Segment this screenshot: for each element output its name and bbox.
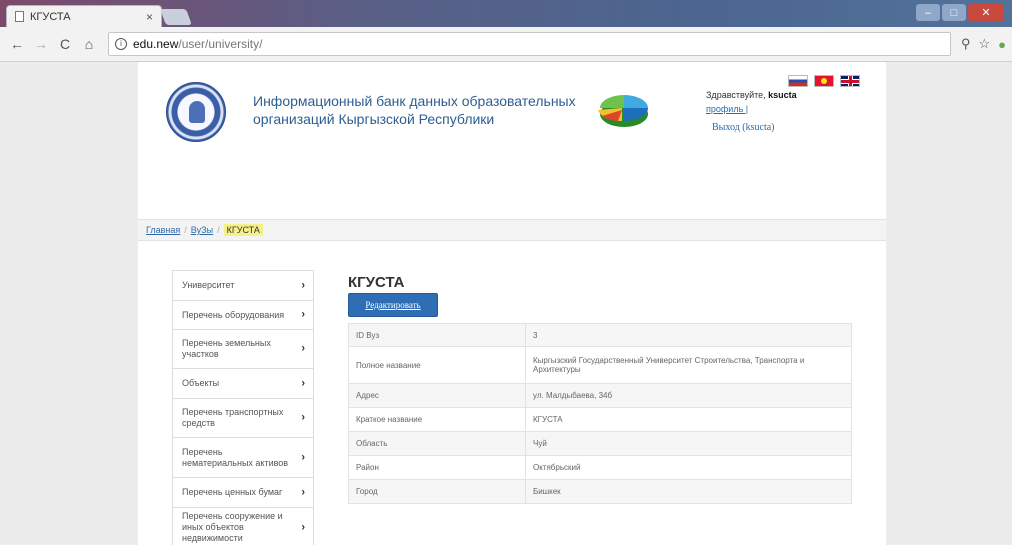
sidebar-item-label: Перечень земельных участков xyxy=(182,338,271,359)
reload-icon[interactable]: C xyxy=(54,33,76,55)
table-key-cell: ID Вуз xyxy=(348,323,526,347)
logout-link[interactable]: Выход (ksucta) xyxy=(712,122,775,133)
sidebar-item-label: Университет xyxy=(182,280,235,290)
sidebar-item-land-plots[interactable]: Перечень земельных участков › xyxy=(173,330,313,369)
sidebar-item-university[interactable]: Университет › xyxy=(173,271,313,301)
table-value-cell: Кыргызский Государственный Университет С… xyxy=(525,346,852,384)
site-info-icon[interactable]: i xyxy=(115,38,127,50)
page-viewport: Информационный банк данных образовательн… xyxy=(0,62,1012,545)
table-row: Район Октябрьский xyxy=(348,455,852,480)
table-row: Полное название Кыргызский Государственн… xyxy=(348,346,852,384)
pin-icon[interactable]: ⚲ xyxy=(961,36,971,52)
sidebar-item-label: Перечень транспортных средств xyxy=(182,407,284,428)
tab-title: КГУСТА xyxy=(30,10,71,23)
table-key-cell: Адрес xyxy=(348,383,526,408)
bookmark-star-icon[interactable]: ☆ xyxy=(978,36,990,52)
sidebar-item-label: Объекты xyxy=(182,378,220,388)
breadcrumb-current: КГУСТА xyxy=(223,224,263,236)
tab-close-icon[interactable]: × xyxy=(146,10,153,24)
new-tab-button[interactable] xyxy=(160,9,192,25)
sidebar-item-label: Перечень нематериальных активов xyxy=(182,446,289,468)
flag-uk-icon[interactable] xyxy=(840,75,860,87)
chevron-right-icon: › xyxy=(301,411,305,424)
chevron-right-icon: › xyxy=(301,521,305,533)
pie-chart-logo-icon xyxy=(598,95,648,127)
extension-icon[interactable]: ● xyxy=(998,37,1006,52)
sidebar-item-label: Перечень сооружение и иных объектов недв… xyxy=(182,511,283,543)
sidebar-menu: Университет › Перечень оборудования › Пе… xyxy=(172,270,314,545)
table-value-cell: КГУСТА xyxy=(525,407,852,432)
kyrgyz-emblem-icon xyxy=(166,82,226,142)
chevron-right-icon: › xyxy=(301,342,305,355)
url-path: /user/university/ xyxy=(178,37,263,51)
sidebar-item-label: Перечень ценных бумаг xyxy=(182,487,283,497)
site-title: Информационный банк данных образовательн… xyxy=(253,93,576,127)
breadcrumb-separator: / xyxy=(217,225,220,235)
chevron-right-icon: › xyxy=(301,279,305,291)
maximize-button[interactable]: □ xyxy=(942,4,966,21)
close-window-button[interactable]: ✕ xyxy=(968,4,1004,21)
page-title: КГУСТА xyxy=(348,274,405,291)
greeting-text: Здравствуйте, ksucta xyxy=(706,90,797,100)
table-value-cell: Октябрьский xyxy=(525,455,852,480)
flag-kyrgyzstan-icon[interactable] xyxy=(814,75,834,87)
profile-link[interactable]: профиль | xyxy=(706,104,748,114)
table-key-cell: Город xyxy=(348,479,526,504)
table-row: Адрес ул. Малдыбаева, 34б xyxy=(348,383,852,408)
username: ksucta xyxy=(768,90,797,100)
emblem-bird-shape xyxy=(189,101,205,123)
back-icon[interactable]: ← xyxy=(6,33,28,55)
chevron-right-icon: › xyxy=(301,486,305,498)
table-row: Город Бишкек xyxy=(348,479,852,504)
sidebar-item-vehicles[interactable]: Перечень транспортных средств › xyxy=(173,399,313,438)
breadcrumb-home[interactable]: Главная xyxy=(146,225,180,235)
forward-icon[interactable]: → xyxy=(30,33,52,55)
university-info-table: ID Вуз 3 Полное название Кыргызский Госу… xyxy=(348,323,852,504)
table-value-cell: Бишкек xyxy=(525,479,852,504)
url-host: edu.new xyxy=(133,37,179,51)
table-value-cell: ул. Малдыбаева, 34б xyxy=(525,383,852,408)
page-icon xyxy=(15,11,24,22)
browser-tab[interactable]: КГУСТА × xyxy=(6,5,162,27)
table-key-cell: Район xyxy=(348,455,526,480)
sidebar-item-label: Перечень оборудования xyxy=(182,309,285,320)
flag-russia-icon[interactable] xyxy=(788,75,808,87)
edit-button[interactable]: Редактировать xyxy=(348,293,438,317)
table-key-cell: Краткое название xyxy=(348,407,526,432)
page-container: Информационный банк данных образовательн… xyxy=(138,62,886,545)
breadcrumb-universities[interactable]: ВуЗы xyxy=(191,225,213,235)
table-row: Область Чуй xyxy=(348,431,852,456)
sidebar-item-structures[interactable]: Перечень сооружение и иных объектов недв… xyxy=(173,508,313,545)
table-value-cell: 3 xyxy=(525,323,852,347)
table-row: ID Вуз 3 xyxy=(348,323,852,347)
address-bar[interactable]: i edu.new /user/university/ xyxy=(108,32,951,56)
table-row: Краткое название КГУСТА xyxy=(348,407,852,432)
breadcrumb: Главная / ВуЗы / КГУСТА xyxy=(138,219,886,241)
sidebar-item-intangible-assets[interactable]: Перечень нематериальных активов › xyxy=(173,438,313,478)
browser-toolbar: ← → C ⌂ i edu.new /user/university/ ⚲ ☆ … xyxy=(0,27,1012,62)
table-key-cell: Область xyxy=(348,431,526,456)
sidebar-item-securities[interactable]: Перечень ценных бумаг › xyxy=(173,478,313,508)
sidebar-item-objects[interactable]: Объекты › xyxy=(173,369,313,399)
table-value-cell: Чуй xyxy=(525,431,852,456)
chevron-right-icon: › xyxy=(301,451,305,463)
home-icon[interactable]: ⌂ xyxy=(78,33,100,55)
table-key-cell: Полное название xyxy=(348,346,526,384)
language-switcher xyxy=(788,75,860,87)
chevron-right-icon: › xyxy=(301,377,305,389)
minimize-button[interactable]: – xyxy=(916,4,940,21)
greeting-prefix: Здравствуйте, xyxy=(706,90,766,100)
window-titlebar: КГУСТА × – □ ✕ xyxy=(0,0,1012,27)
chevron-right-icon: › xyxy=(301,308,305,321)
breadcrumb-separator: / xyxy=(184,225,187,235)
sidebar-item-equipment[interactable]: Перечень оборудования › xyxy=(173,301,313,330)
